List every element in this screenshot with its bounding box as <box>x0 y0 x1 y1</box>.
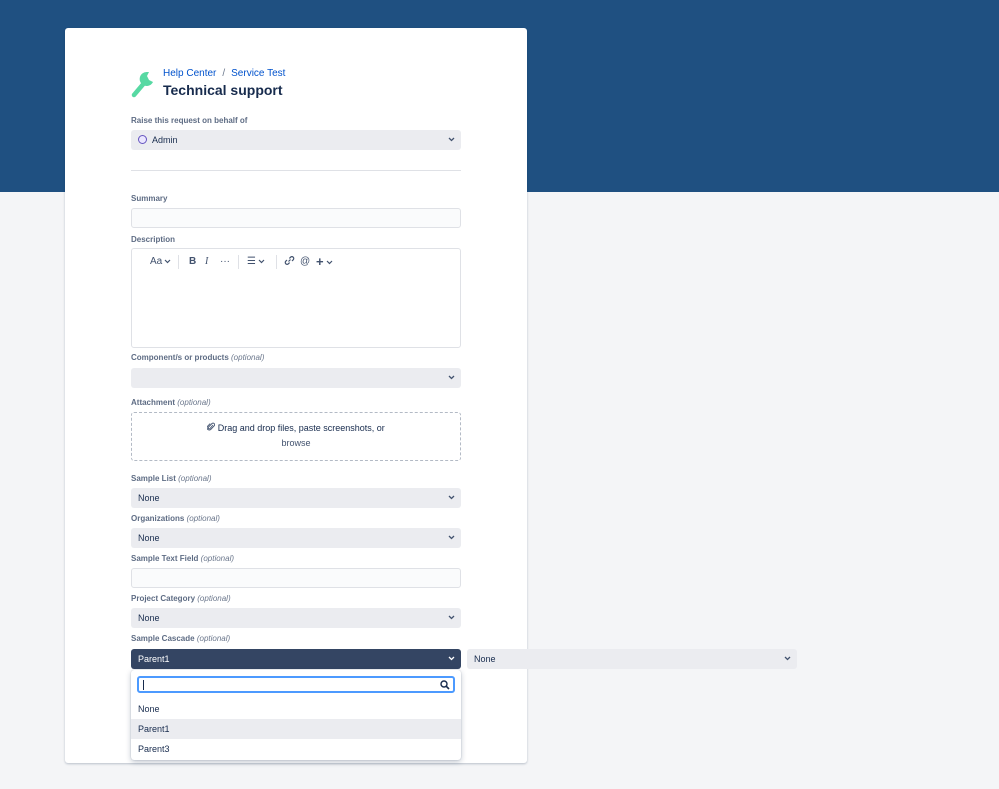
cascade-option[interactable]: Parent3 <box>131 739 461 759</box>
organizations-select[interactable]: None <box>131 528 461 548</box>
raise-on-behalf-value: Admin <box>152 135 178 145</box>
breadcrumb-separator: / <box>222 68 226 79</box>
avatar <box>138 135 147 144</box>
chevron-down-icon <box>448 535 455 540</box>
link-button[interactable] <box>284 255 295 269</box>
chevron-down-icon <box>326 260 333 265</box>
sample-text-label: Sample Text Field (optional) <box>131 554 235 563</box>
list-icon: ☰ <box>247 256 256 267</box>
sample-text-input[interactable] <box>131 568 461 588</box>
toolbar-separator <box>238 255 239 269</box>
cascade-dropdown-menu: None Parent1 Parent3 <box>131 670 461 760</box>
insert-button[interactable]: + <box>316 255 333 269</box>
wrench-icon <box>131 71 153 98</box>
cascade-option[interactable]: None <box>131 699 461 719</box>
chevron-down-icon <box>784 656 791 661</box>
chevron-down-icon <box>448 375 455 380</box>
components-select[interactable] <box>131 368 461 388</box>
cascade-child-value: None <box>474 654 496 664</box>
chevron-down-icon <box>164 259 171 264</box>
summary-input[interactable] <box>131 208 461 228</box>
italic-button[interactable]: I <box>205 255 208 269</box>
list-button[interactable]: ☰ <box>247 255 265 269</box>
description-label: Description <box>131 235 176 244</box>
organizations-value: None <box>138 533 160 543</box>
bold-button[interactable]: B <box>189 255 196 269</box>
page-title: Technical support <box>163 82 283 98</box>
sample-list-label: Sample List (optional) <box>131 474 212 483</box>
sample-list-value: None <box>138 493 160 503</box>
description-editor[interactable]: Aa B I ··· ☰ @ + <box>131 248 461 348</box>
cascade-child-select[interactable]: None <box>467 649 797 669</box>
browse-link[interactable]: browse <box>132 438 460 448</box>
summary-label: Summary <box>131 194 168 203</box>
mention-button[interactable]: @ <box>300 255 310 269</box>
chevron-down-icon <box>448 656 455 661</box>
toolbar-separator <box>276 255 277 269</box>
organizations-label: Organizations (optional) <box>131 514 220 523</box>
project-category-value: None <box>138 613 160 623</box>
chevron-down-icon <box>448 615 455 620</box>
chevron-down-icon <box>258 259 265 264</box>
attachment-dropzone[interactable]: Drag and drop files, paste screenshots, … <box>131 412 461 461</box>
chevron-down-icon <box>448 137 455 142</box>
toolbar-separator <box>178 255 179 269</box>
sample-list-select[interactable]: None <box>131 488 461 508</box>
text-style-button[interactable]: Aa <box>150 255 171 269</box>
breadcrumb-help-center[interactable]: Help Center <box>163 68 216 79</box>
breadcrumb: Help Center / Service Test <box>163 68 285 79</box>
components-label: Component/s or products (optional) <box>131 353 265 362</box>
project-category-label: Project Category (optional) <box>131 594 231 603</box>
cascade-parent-value: Parent1 <box>138 654 170 664</box>
plus-icon: + <box>316 254 324 269</box>
more-formatting-button[interactable]: ··· <box>220 255 230 269</box>
raise-on-behalf-select[interactable]: Admin <box>131 130 461 150</box>
cascade-search-input[interactable] <box>137 676 455 693</box>
project-category-select[interactable]: None <box>131 608 461 628</box>
chevron-down-icon <box>448 495 455 500</box>
search-icon <box>440 680 450 690</box>
dropzone-text: Drag and drop files, paste screenshots, … <box>132 422 460 433</box>
cascade-parent-select[interactable]: Parent1 <box>131 649 461 669</box>
link-icon <box>284 256 295 265</box>
raise-on-behalf-label: Raise this request on behalf of <box>131 116 248 125</box>
sample-cascade-label: Sample Cascade (optional) <box>131 634 231 643</box>
cascade-option[interactable]: Parent1 <box>131 719 461 739</box>
breadcrumb-service[interactable]: Service Test <box>231 68 285 79</box>
attachment-label: Attachment (optional) <box>131 398 211 407</box>
divider <box>131 170 461 171</box>
text-caret <box>143 680 144 690</box>
paperclip-icon <box>206 422 216 431</box>
